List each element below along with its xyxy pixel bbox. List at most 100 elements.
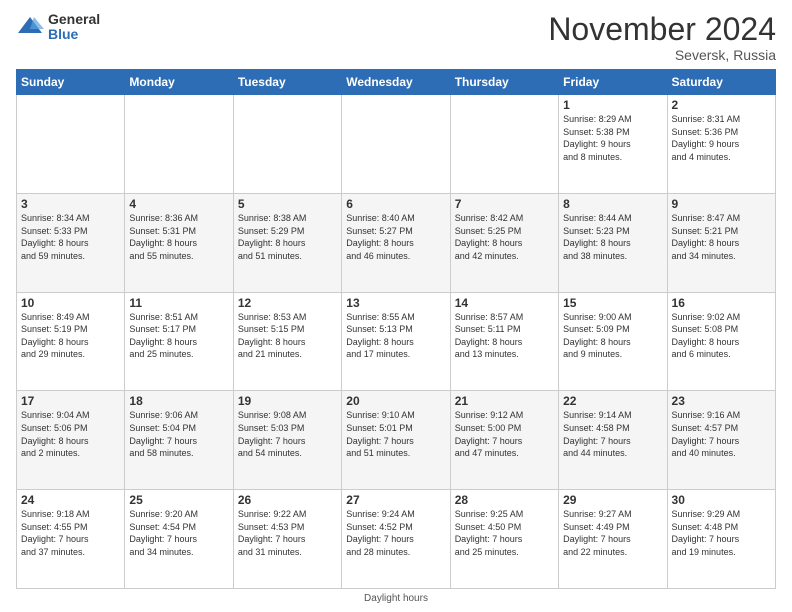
month-title: November 2024	[548, 12, 776, 47]
day-number: 25	[129, 493, 228, 507]
day-info: Sunrise: 8:49 AM Sunset: 5:19 PM Dayligh…	[21, 311, 120, 361]
day-info: Sunrise: 9:02 AM Sunset: 5:08 PM Dayligh…	[672, 311, 771, 361]
day-info: Sunrise: 8:34 AM Sunset: 5:33 PM Dayligh…	[21, 212, 120, 262]
calendar-week-row: 17Sunrise: 9:04 AM Sunset: 5:06 PM Dayli…	[17, 391, 776, 490]
day-number: 18	[129, 394, 228, 408]
calendar-week-row: 10Sunrise: 8:49 AM Sunset: 5:19 PM Dayli…	[17, 292, 776, 391]
calendar-week-row: 24Sunrise: 9:18 AM Sunset: 4:55 PM Dayli…	[17, 490, 776, 589]
day-number: 10	[21, 296, 120, 310]
logo-general: General	[48, 12, 100, 27]
day-number: 9	[672, 197, 771, 211]
day-info: Sunrise: 8:55 AM Sunset: 5:13 PM Dayligh…	[346, 311, 445, 361]
calendar-cell: 9Sunrise: 8:47 AM Sunset: 5:21 PM Daylig…	[667, 193, 775, 292]
calendar-cell: 27Sunrise: 9:24 AM Sunset: 4:52 PM Dayli…	[342, 490, 450, 589]
day-info: Sunrise: 9:08 AM Sunset: 5:03 PM Dayligh…	[238, 409, 337, 459]
calendar-cell: 15Sunrise: 9:00 AM Sunset: 5:09 PM Dayli…	[559, 292, 667, 391]
location: Seversk, Russia	[548, 47, 776, 63]
calendar: SundayMondayTuesdayWednesdayThursdayFrid…	[16, 69, 776, 589]
day-number: 13	[346, 296, 445, 310]
day-info: Sunrise: 8:38 AM Sunset: 5:29 PM Dayligh…	[238, 212, 337, 262]
day-info: Sunrise: 9:04 AM Sunset: 5:06 PM Dayligh…	[21, 409, 120, 459]
calendar-cell: 8Sunrise: 8:44 AM Sunset: 5:23 PM Daylig…	[559, 193, 667, 292]
day-info: Sunrise: 9:29 AM Sunset: 4:48 PM Dayligh…	[672, 508, 771, 558]
calendar-cell: 5Sunrise: 8:38 AM Sunset: 5:29 PM Daylig…	[233, 193, 341, 292]
calendar-day-header: Friday	[559, 70, 667, 95]
calendar-cell: 20Sunrise: 9:10 AM Sunset: 5:01 PM Dayli…	[342, 391, 450, 490]
calendar-cell: 14Sunrise: 8:57 AM Sunset: 5:11 PM Dayli…	[450, 292, 558, 391]
day-info: Sunrise: 9:25 AM Sunset: 4:50 PM Dayligh…	[455, 508, 554, 558]
day-info: Sunrise: 8:40 AM Sunset: 5:27 PM Dayligh…	[346, 212, 445, 262]
day-info: Sunrise: 9:22 AM Sunset: 4:53 PM Dayligh…	[238, 508, 337, 558]
calendar-day-header: Saturday	[667, 70, 775, 95]
calendar-cell: 22Sunrise: 9:14 AM Sunset: 4:58 PM Dayli…	[559, 391, 667, 490]
calendar-cell: 28Sunrise: 9:25 AM Sunset: 4:50 PM Dayli…	[450, 490, 558, 589]
day-number: 12	[238, 296, 337, 310]
logo-text: General Blue	[48, 12, 100, 43]
day-number: 29	[563, 493, 662, 507]
day-number: 15	[563, 296, 662, 310]
day-info: Sunrise: 9:00 AM Sunset: 5:09 PM Dayligh…	[563, 311, 662, 361]
calendar-cell: 25Sunrise: 9:20 AM Sunset: 4:54 PM Dayli…	[125, 490, 233, 589]
day-info: Sunrise: 8:53 AM Sunset: 5:15 PM Dayligh…	[238, 311, 337, 361]
day-info: Sunrise: 9:20 AM Sunset: 4:54 PM Dayligh…	[129, 508, 228, 558]
calendar-cell: 10Sunrise: 8:49 AM Sunset: 5:19 PM Dayli…	[17, 292, 125, 391]
calendar-cell	[450, 95, 558, 194]
day-info: Sunrise: 8:31 AM Sunset: 5:36 PM Dayligh…	[672, 113, 771, 163]
day-info: Sunrise: 8:51 AM Sunset: 5:17 PM Dayligh…	[129, 311, 228, 361]
calendar-cell	[125, 95, 233, 194]
calendar-cell: 1Sunrise: 8:29 AM Sunset: 5:38 PM Daylig…	[559, 95, 667, 194]
calendar-day-header: Tuesday	[233, 70, 341, 95]
header: General Blue November 2024 Seversk, Russ…	[16, 12, 776, 63]
calendar-week-row: 3Sunrise: 8:34 AM Sunset: 5:33 PM Daylig…	[17, 193, 776, 292]
day-number: 28	[455, 493, 554, 507]
day-info: Sunrise: 8:47 AM Sunset: 5:21 PM Dayligh…	[672, 212, 771, 262]
day-number: 11	[129, 296, 228, 310]
day-info: Sunrise: 8:29 AM Sunset: 5:38 PM Dayligh…	[563, 113, 662, 163]
day-info: Sunrise: 9:18 AM Sunset: 4:55 PM Dayligh…	[21, 508, 120, 558]
calendar-cell	[17, 95, 125, 194]
day-info: Sunrise: 8:36 AM Sunset: 5:31 PM Dayligh…	[129, 212, 228, 262]
calendar-day-header: Thursday	[450, 70, 558, 95]
calendar-cell: 17Sunrise: 9:04 AM Sunset: 5:06 PM Dayli…	[17, 391, 125, 490]
day-info: Sunrise: 9:27 AM Sunset: 4:49 PM Dayligh…	[563, 508, 662, 558]
day-number: 14	[455, 296, 554, 310]
calendar-cell: 26Sunrise: 9:22 AM Sunset: 4:53 PM Dayli…	[233, 490, 341, 589]
day-number: 21	[455, 394, 554, 408]
day-number: 17	[21, 394, 120, 408]
day-number: 26	[238, 493, 337, 507]
day-info: Sunrise: 9:12 AM Sunset: 5:00 PM Dayligh…	[455, 409, 554, 459]
logo-blue: Blue	[48, 27, 100, 42]
calendar-cell: 4Sunrise: 8:36 AM Sunset: 5:31 PM Daylig…	[125, 193, 233, 292]
calendar-cell: 29Sunrise: 9:27 AM Sunset: 4:49 PM Dayli…	[559, 490, 667, 589]
day-number: 7	[455, 197, 554, 211]
day-info: Sunrise: 9:16 AM Sunset: 4:57 PM Dayligh…	[672, 409, 771, 459]
calendar-week-row: 1Sunrise: 8:29 AM Sunset: 5:38 PM Daylig…	[17, 95, 776, 194]
day-info: Sunrise: 9:06 AM Sunset: 5:04 PM Dayligh…	[129, 409, 228, 459]
logo-icon	[16, 13, 44, 41]
calendar-cell: 16Sunrise: 9:02 AM Sunset: 5:08 PM Dayli…	[667, 292, 775, 391]
calendar-cell	[233, 95, 341, 194]
day-number: 8	[563, 197, 662, 211]
day-number: 30	[672, 493, 771, 507]
calendar-cell: 24Sunrise: 9:18 AM Sunset: 4:55 PM Dayli…	[17, 490, 125, 589]
calendar-cell: 13Sunrise: 8:55 AM Sunset: 5:13 PM Dayli…	[342, 292, 450, 391]
title-area: November 2024 Seversk, Russia	[548, 12, 776, 63]
calendar-header-row: SundayMondayTuesdayWednesdayThursdayFrid…	[17, 70, 776, 95]
calendar-cell: 6Sunrise: 8:40 AM Sunset: 5:27 PM Daylig…	[342, 193, 450, 292]
page: General Blue November 2024 Seversk, Russ…	[0, 0, 792, 612]
day-number: 4	[129, 197, 228, 211]
calendar-cell: 23Sunrise: 9:16 AM Sunset: 4:57 PM Dayli…	[667, 391, 775, 490]
calendar-cell: 30Sunrise: 9:29 AM Sunset: 4:48 PM Dayli…	[667, 490, 775, 589]
day-number: 6	[346, 197, 445, 211]
day-number: 2	[672, 98, 771, 112]
day-number: 1	[563, 98, 662, 112]
calendar-cell	[342, 95, 450, 194]
day-info: Sunrise: 9:14 AM Sunset: 4:58 PM Dayligh…	[563, 409, 662, 459]
calendar-cell: 18Sunrise: 9:06 AM Sunset: 5:04 PM Dayli…	[125, 391, 233, 490]
day-number: 22	[563, 394, 662, 408]
logo: General Blue	[16, 12, 100, 43]
day-info: Sunrise: 8:42 AM Sunset: 5:25 PM Dayligh…	[455, 212, 554, 262]
day-info: Sunrise: 8:57 AM Sunset: 5:11 PM Dayligh…	[455, 311, 554, 361]
day-number: 5	[238, 197, 337, 211]
calendar-day-header: Wednesday	[342, 70, 450, 95]
